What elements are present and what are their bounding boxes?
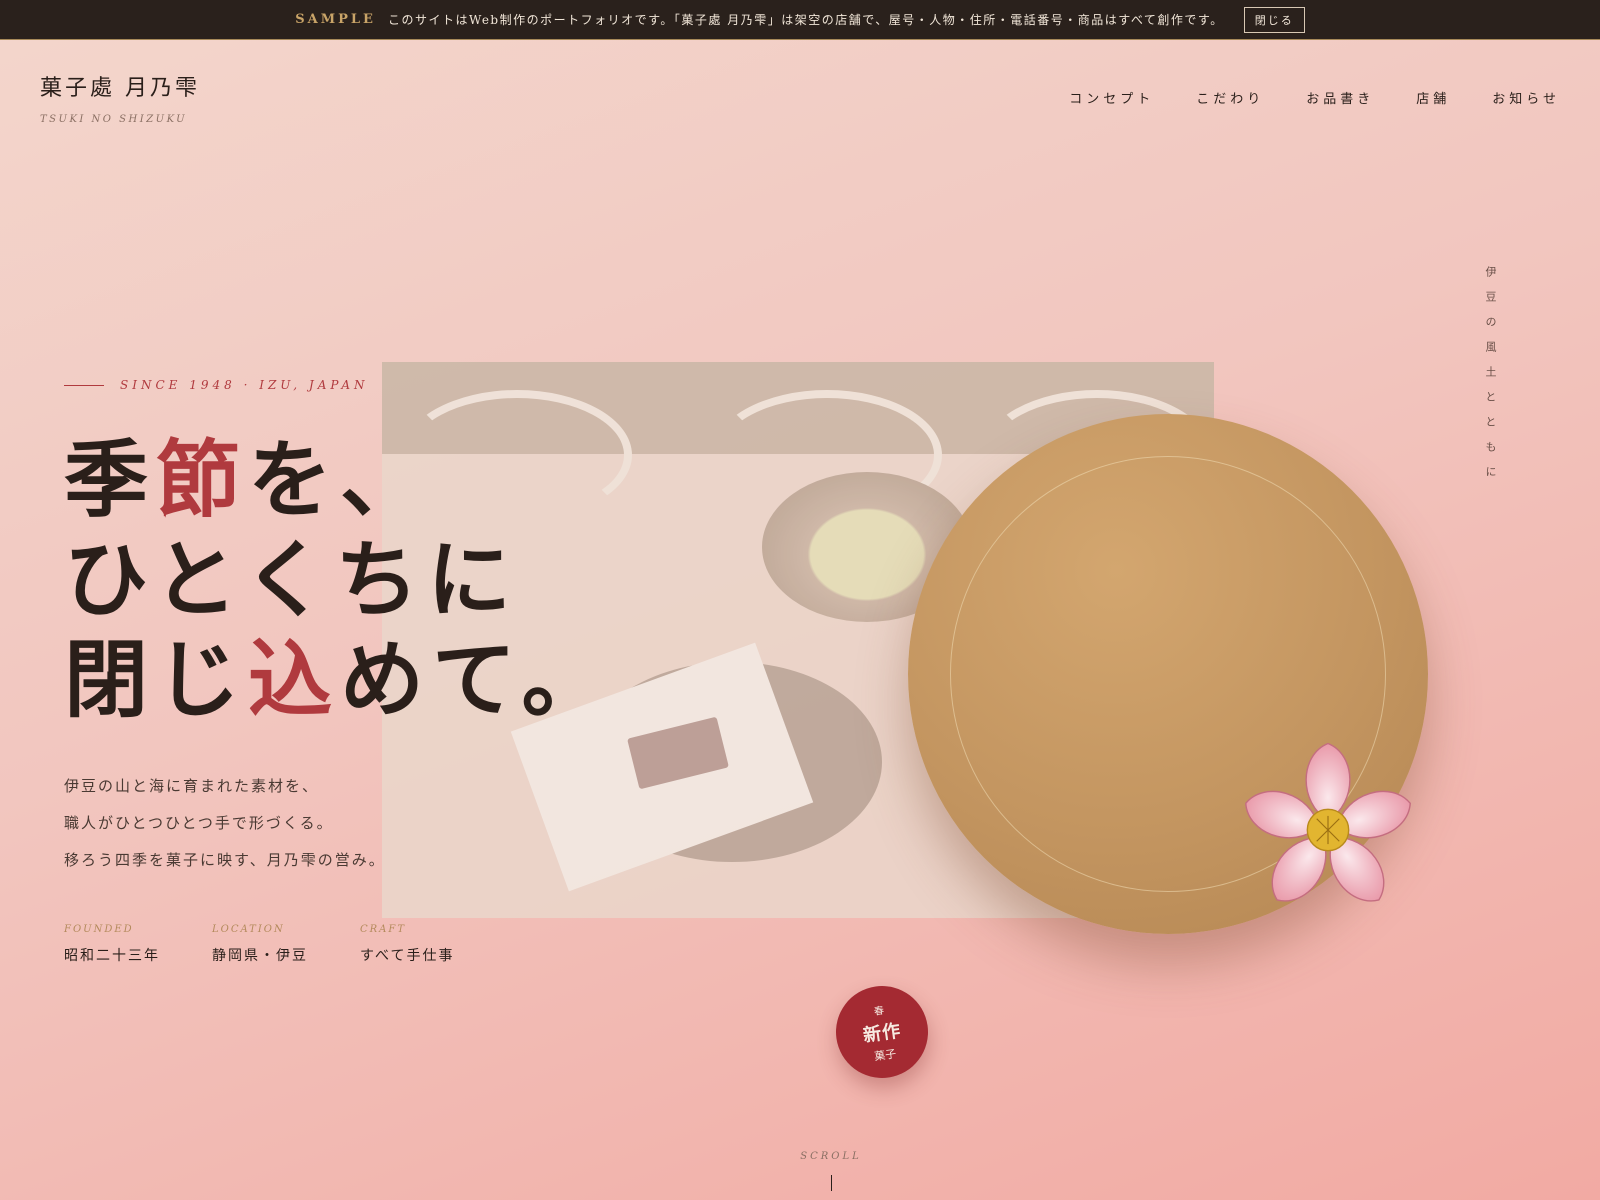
sample-tag: SAMPLE	[295, 12, 376, 27]
headline-text: めて。	[340, 630, 614, 729]
headline-line-1: 季節を、	[64, 430, 614, 530]
lead-line: 伊豆の山と海に育まれた素材を、	[64, 777, 320, 795]
sakura-flower-icon	[1245, 742, 1411, 902]
badge-sub: 菓子	[873, 1046, 897, 1063]
headline-line-3: 閉じ込めて。	[64, 630, 614, 730]
logo-name-jp: 菓子處 月乃雫	[40, 76, 200, 101]
badge-season: 春	[873, 1005, 885, 1018]
nav-store[interactable]: 店舗	[1416, 88, 1450, 107]
facts-list: FOUNDED 昭和二十三年 LOCATION 静岡県・伊豆 CRAFT すべて…	[64, 924, 454, 965]
since-rule	[64, 384, 104, 386]
headline-text: を、	[248, 430, 433, 529]
sample-notice-bar: SAMPLE このサイトはWeb制作のポートフォリオです。「菓子處 月乃雫」は架…	[0, 0, 1600, 40]
fact-label: CRAFT	[360, 924, 407, 935]
fact-craft: CRAFT すべて手仕事	[360, 924, 454, 965]
notice-text: このサイトはWeb制作のポートフォリオです。「菓子處 月乃雫」は架空の店舗で、屋…	[387, 13, 1224, 27]
close-notice-button[interactable]: 閉じる	[1243, 6, 1305, 33]
lead-line: 職人がひとつひとつ手で形づくる。	[64, 814, 334, 832]
hero-lead: 伊豆の山と海に育まれた素材を、 職人がひとつひとつ手で形づくる。 移ろう四季を菓…	[64, 768, 386, 879]
main-nav: コンセプト こだわり お品書き 店舗 お知らせ	[1069, 88, 1560, 107]
badge-main: 新作	[861, 1019, 903, 1047]
headline-accent: 込	[248, 630, 341, 729]
scroll-indicator[interactable]: SCROLL	[800, 1144, 862, 1191]
logo-name-en: TSUKI NO SHIZUKU	[40, 114, 188, 125]
nav-kodawari[interactable]: こだわり	[1196, 88, 1264, 107]
since-text: SINCE 1948 · IZU, JAPAN	[120, 378, 369, 392]
fact-value: 静岡県・伊豆	[212, 948, 308, 964]
fact-location: LOCATION 静岡県・伊豆	[212, 924, 308, 965]
headline-text: 閉じ	[64, 630, 249, 729]
nav-news[interactable]: お知らせ	[1492, 88, 1560, 107]
nav-menu[interactable]: お品書き	[1306, 88, 1374, 107]
fact-label: FOUNDED	[64, 924, 134, 935]
headline-text: 季	[64, 430, 157, 529]
lead-line: 移ろう四季を菓子に映す、月乃雫の営み。	[64, 851, 386, 869]
headline-line-2: ひとくちに	[64, 530, 519, 629]
new-sweets-badge[interactable]: 春 新作 菓子	[830, 980, 934, 1084]
nav-concept[interactable]: コンセプト	[1069, 88, 1154, 107]
fact-founded: FOUNDED 昭和二十三年	[64, 924, 160, 965]
scroll-label: SCROLL	[800, 1151, 862, 1162]
since-label: SINCE 1948 · IZU, JAPAN	[64, 378, 369, 392]
headline-accent: 節	[156, 430, 249, 529]
fact-value: すべて手仕事	[360, 948, 455, 964]
hero-headline: 季節を、 ひとくちに 閉じ込めて。	[64, 430, 614, 730]
vertical-tagline: 伊豆の風土とともに	[1484, 266, 1497, 491]
fact-value: 昭和二十三年	[64, 948, 160, 964]
fact-label: LOCATION	[212, 924, 285, 935]
logo[interactable]: 菓子處 月乃雫 TSUKI NO SHIZUKU	[40, 70, 200, 125]
scroll-line	[830, 1175, 832, 1191]
